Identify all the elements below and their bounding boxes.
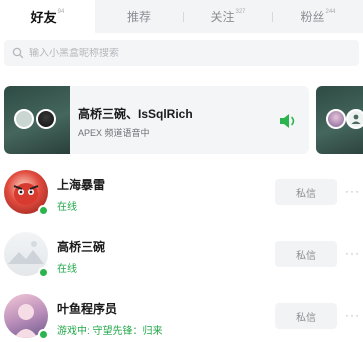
voice-room-card-next[interactable] <box>316 86 363 154</box>
message-button[interactable]: 私信 <box>275 179 337 205</box>
voice-room-thumbnail <box>4 86 70 154</box>
avatar <box>346 109 363 129</box>
friend-name: 高桥三碗 <box>57 240 106 254</box>
more-icon[interactable]: ··· <box>345 308 360 322</box>
friend-status: 在线 <box>57 264 77 275</box>
friend-status: 游戏中: 守望先锋：归来 <box>57 326 163 337</box>
search-bar <box>4 40 359 66</box>
tab-count: 94 <box>57 8 65 15</box>
voice-room-subtitle: APEX 频道语音中 <box>78 128 150 138</box>
friend-name: 叶鱼程序员 <box>57 302 118 316</box>
speaker-icon <box>280 114 295 128</box>
tab-count: 327 <box>235 8 246 15</box>
more-icon[interactable]: ··· <box>345 246 360 260</box>
avatar <box>14 109 34 129</box>
message-button[interactable]: 私信 <box>275 303 337 329</box>
tab-label: 粉丝 <box>300 10 325 24</box>
list-item[interactable]: 上海暴雷 在线 私信 ··· <box>0 165 363 225</box>
tab-followers[interactable]: 粉丝 244 <box>273 0 363 33</box>
more-icon[interactable]: ··· <box>345 184 360 198</box>
search-icon <box>12 47 24 59</box>
voice-room-card[interactable]: 高桥三碗、IsSqlRich APEX 频道语音中 <box>4 86 309 154</box>
user-icon <box>351 114 361 124</box>
friend-status: 在线 <box>57 202 77 213</box>
online-indicator <box>38 205 49 216</box>
online-indicator <box>38 329 49 340</box>
avatar <box>326 109 346 129</box>
search-input[interactable] <box>29 47 329 59</box>
tab-count: 244 <box>325 8 336 15</box>
online-indicator <box>38 267 49 278</box>
message-button[interactable]: 私信 <box>275 241 337 267</box>
tab-following[interactable]: 关注 327 <box>184 0 272 33</box>
list-item[interactable]: 高桥三碗 在线 私信 ··· <box>0 227 363 287</box>
friend-tabs: 好友 94 推荐 关注 327 粉丝 244 <box>0 0 363 33</box>
tab-label: 关注 <box>210 10 235 24</box>
tab-recommend[interactable]: 推荐 <box>95 0 183 33</box>
avatar <box>36 109 56 129</box>
tab-friends[interactable]: 好友 94 <box>0 0 95 33</box>
list-item[interactable]: 叶鱼程序员 游戏中: 守望先锋：归来 私信 ··· <box>0 289 363 342</box>
friend-name: 上海暴雷 <box>57 178 106 192</box>
tab-label: 推荐 <box>126 10 151 24</box>
tab-label: 好友 <box>30 10 57 25</box>
voice-room-title: 高桥三碗、IsSqlRich <box>78 107 193 121</box>
